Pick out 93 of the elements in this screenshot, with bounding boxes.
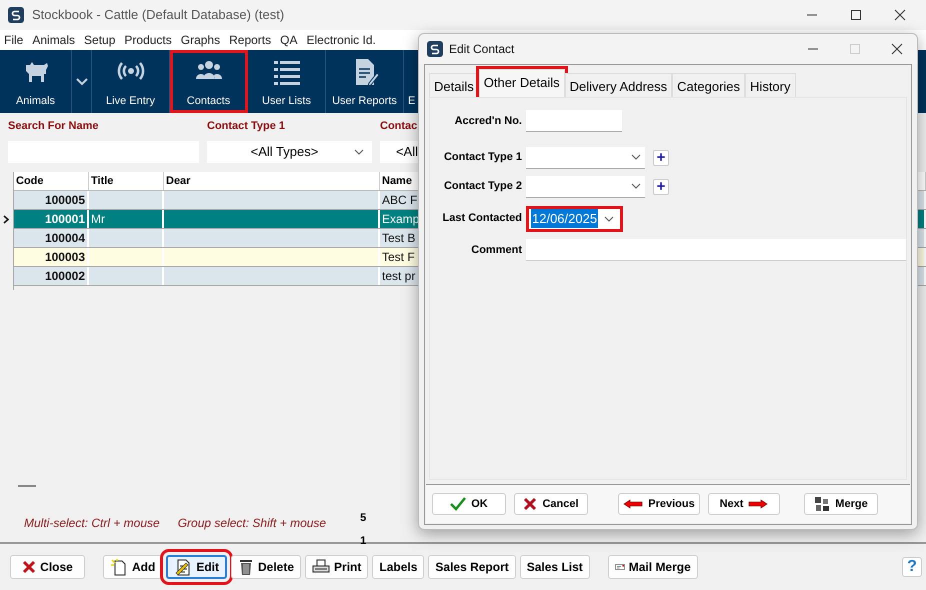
toolbar-button[interactable]: User Lists: [248, 50, 326, 113]
menu-item[interactable]: Electronic Id.: [306, 31, 376, 49]
toolbar-button[interactable]: Add: [103, 555, 162, 579]
menu-item[interactable]: QA: [280, 31, 298, 49]
table-cell-text: Test B: [382, 230, 416, 247]
menu-item[interactable]: File: [4, 31, 24, 49]
merge-icon: [814, 496, 830, 512]
window-title: Stockbook - Cattle (Default Database) (test): [32, 6, 284, 24]
menu-item[interactable]: Setup: [84, 31, 116, 49]
right-arrow-icon: [748, 499, 768, 509]
dialog-button[interactable]: Previous: [618, 493, 700, 515]
table-cell-text: 100001: [44, 211, 85, 228]
date-field[interactable]: 12/06/2025: [526, 206, 624, 232]
dialog-button[interactable]: Merge: [804, 493, 878, 515]
dropdown-field[interactable]: [526, 176, 645, 198]
dialog-button[interactable]: OK: [432, 493, 506, 515]
menu-item[interactable]: Graphs: [180, 31, 220, 49]
chevron-down-icon: [631, 154, 641, 160]
chevron-down-icon: [76, 78, 88, 86]
dialog-button[interactable]: Next: [708, 493, 780, 515]
splitter-handle[interactable]: [18, 485, 36, 487]
field-label: Last Contacted: [442, 211, 522, 226]
close-icon: [894, 9, 906, 21]
add-button[interactable]: +: [653, 150, 669, 166]
row-pointer-icon: [3, 215, 10, 224]
dialog-button[interactable]: Cancel: [514, 493, 588, 515]
toolbar-button[interactable]: Print: [305, 555, 368, 579]
toolbar-button[interactable]: Animals: [0, 50, 72, 113]
toolbar-button[interactable]: Mail Merge: [608, 555, 698, 579]
toolbar-button[interactable]: Labels: [372, 555, 424, 579]
column-header[interactable]: Dear: [164, 172, 380, 190]
table-cell-text: ABC F: [382, 192, 418, 209]
table-cell-text: Examp: [382, 211, 420, 228]
cross-icon: [22, 560, 36, 574]
left-arrow-icon: [623, 499, 644, 509]
table-cell-text: 100005: [44, 192, 85, 209]
tab[interactable]: Details: [429, 73, 479, 97]
new-document-icon: [110, 558, 128, 576]
table-cell-text: 100004: [44, 230, 85, 247]
printer-icon: [312, 559, 330, 575]
toolbar-button[interactable]: Sales List: [520, 555, 590, 579]
table-cell-text: Mr: [91, 211, 105, 228]
dropdown-field[interactable]: [526, 146, 645, 168]
toolbar-button[interactable]: Contacts: [170, 50, 248, 113]
menu-item[interactable]: Reports: [229, 31, 272, 49]
cross-icon: [523, 497, 538, 511]
tab[interactable]: History: [745, 73, 796, 97]
toolbar-button[interactable]: Delete: [231, 555, 302, 579]
dialog-title: Edit Contact: [449, 41, 514, 58]
app-logo-icon: [427, 41, 443, 57]
hint-text: Group select: Shift + mouse: [178, 515, 326, 532]
toolbar-button[interactable]: Live Entry: [92, 50, 170, 113]
type-dropdown[interactable]: <All: [380, 140, 420, 162]
comment-field[interactable]: [526, 239, 906, 261]
close-icon: [891, 43, 903, 55]
text-field[interactable]: [526, 110, 622, 132]
table-cell-text: Test F: [382, 249, 415, 266]
tab[interactable]: Categories: [672, 73, 746, 97]
tab[interactable]: Delivery Address: [564, 73, 672, 97]
trash-icon: [238, 558, 254, 576]
table-cell-text: test pr: [382, 268, 416, 285]
edit-document-icon: [174, 558, 192, 576]
envelope-icon: [614, 561, 625, 573]
table-cell-text: 100002: [44, 268, 85, 285]
check-icon: [450, 497, 466, 511]
filter-label: Search For Name: [8, 119, 100, 134]
chevron-down-icon: [354, 148, 364, 154]
field-label: Contact Type 1: [442, 150, 522, 166]
field-label: Contact Type 2: [442, 179, 522, 194]
maximize-icon: [849, 43, 861, 55]
app-logo-icon: [8, 7, 24, 23]
type-dropdown[interactable]: <All Types>: [207, 140, 372, 162]
menu-item[interactable]: Products: [124, 31, 172, 49]
count-text: 5: [360, 511, 366, 526]
maximize-icon: [850, 9, 862, 21]
tab[interactable]: Other Details: [478, 69, 565, 97]
toolbar-button[interactable]: User Reports: [326, 50, 404, 113]
menu-item[interactable]: Animals: [32, 31, 76, 49]
chevron-down-icon: [631, 183, 641, 189]
chevron-down-icon: [604, 216, 614, 222]
count-text: 1: [360, 534, 366, 548]
field-label: Accred'n No.: [454, 114, 522, 129]
field-label: Comment: [470, 242, 522, 258]
add-button[interactable]: +: [653, 178, 669, 194]
help-button[interactable]: ?: [902, 557, 922, 577]
column-header[interactable]: Title: [89, 172, 164, 190]
hint-text: Multi-select: Ctrl + mouse: [24, 515, 160, 532]
filter-label: Contac: [380, 119, 418, 134]
toolbar-button[interactable]: Sales Report: [428, 555, 516, 579]
filter-label: Contact Type 1: [207, 119, 286, 134]
column-header[interactable]: Code: [14, 172, 89, 190]
table-cell-text: 100003: [44, 249, 85, 266]
toolbar-button[interactable]: Close: [10, 555, 85, 579]
